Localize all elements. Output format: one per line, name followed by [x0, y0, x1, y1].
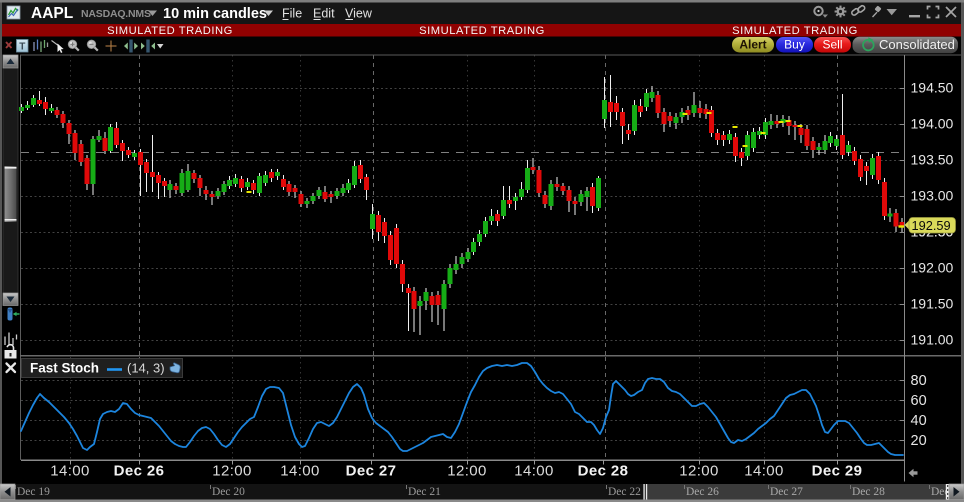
svg-text:14:00: 14:00: [514, 463, 554, 480]
svg-text:193.00: 193.00: [911, 188, 954, 204]
svg-text:12:00: 12:00: [447, 463, 487, 480]
svg-text:12:00: 12:00: [679, 463, 719, 480]
svg-text:Dec 26: Dec 26: [686, 486, 719, 498]
svg-text:Dec 27: Dec 27: [346, 463, 397, 480]
svg-text:20: 20: [911, 433, 927, 449]
svg-text:Dec 27: Dec 27: [770, 486, 803, 498]
svg-text:NASDAQ.NMS: NASDAQ.NMS: [81, 8, 151, 20]
svg-text:Dec 21: Dec 21: [408, 486, 441, 498]
svg-text:191.00: 191.00: [911, 332, 954, 348]
svg-text:Dec 26: Dec 26: [114, 463, 165, 480]
svg-text:View: View: [345, 7, 373, 21]
svg-text:Fast Stoch: Fast Stoch: [30, 361, 99, 376]
svg-text:(14, 3): (14, 3): [127, 361, 165, 376]
svg-text:10 min candles: 10 min candles: [163, 6, 267, 22]
svg-text:Dec 29: Dec 29: [812, 463, 863, 480]
svg-text:60: 60: [911, 393, 927, 409]
svg-text:SIMULATED TRADING: SIMULATED TRADING: [419, 25, 545, 37]
svg-text:SIMULATED TRADING: SIMULATED TRADING: [732, 25, 858, 37]
svg-text:192.00: 192.00: [911, 260, 954, 276]
svg-text:Dec 28: Dec 28: [578, 463, 629, 480]
svg-text:Dec 20: Dec 20: [212, 486, 245, 498]
svg-text:12:00: 12:00: [212, 463, 252, 480]
svg-text:Alert: Alert: [739, 38, 766, 52]
svg-text:14:00: 14:00: [280, 463, 320, 480]
svg-text:194.50: 194.50: [911, 80, 954, 96]
svg-text:Dec 19: Dec 19: [17, 486, 50, 498]
svg-text:14:00: 14:00: [50, 463, 90, 480]
svg-text:SIMULATED TRADING: SIMULATED TRADING: [107, 25, 233, 37]
svg-text:194.00: 194.00: [911, 116, 954, 132]
svg-text:Consolidated: Consolidated: [879, 37, 955, 52]
svg-text:40: 40: [911, 413, 927, 429]
svg-text:191.50: 191.50: [911, 296, 954, 312]
svg-text:Sell: Sell: [822, 38, 842, 52]
svg-text:Edit: Edit: [313, 7, 335, 21]
svg-text:Dec 28: Dec 28: [852, 486, 885, 498]
svg-text:192.59: 192.59: [912, 218, 951, 233]
svg-text:Buy: Buy: [784, 38, 805, 52]
svg-text:193.50: 193.50: [911, 152, 954, 168]
svg-text:Dec 22: Dec 22: [608, 486, 641, 498]
svg-text:AAPL: AAPL: [31, 5, 73, 22]
svg-text:80: 80: [911, 373, 927, 389]
svg-text:14:00: 14:00: [744, 463, 784, 480]
svg-text:T: T: [19, 42, 25, 53]
svg-text:File: File: [282, 7, 302, 21]
